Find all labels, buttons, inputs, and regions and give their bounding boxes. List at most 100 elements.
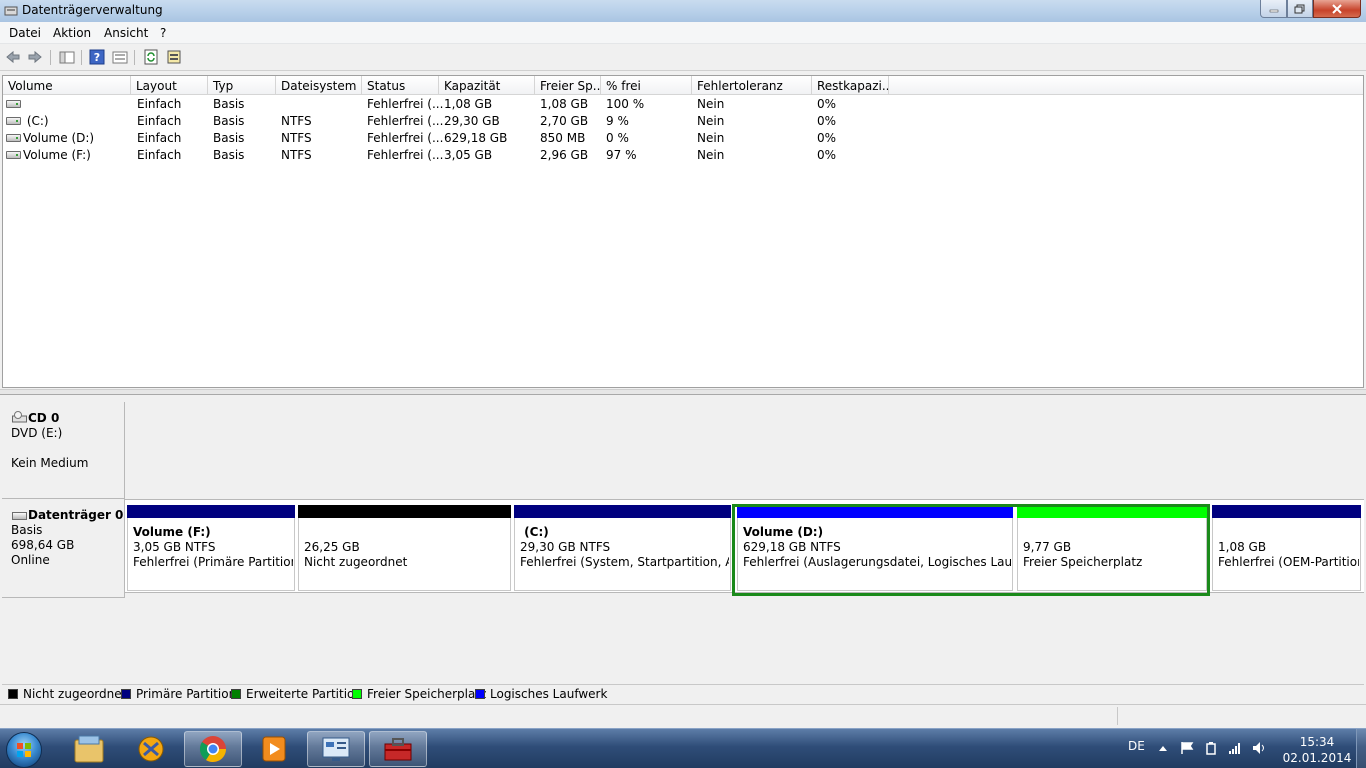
rescan-button[interactable] (164, 48, 184, 66)
show-desktop-button[interactable] (1356, 729, 1366, 768)
console-tree-button[interactable] (57, 48, 77, 66)
back-arrow-icon (6, 50, 20, 64)
cell-status: Fehlerfrei (... (367, 97, 444, 111)
clock-time: 15:34 (1299, 735, 1335, 749)
taskbar-media-player[interactable] (245, 731, 303, 767)
help-button[interactable]: ? (87, 48, 107, 66)
disk0-type: Basis (11, 523, 43, 537)
window-title: Datenträgerverwaltung (22, 3, 163, 17)
pane-splitter[interactable] (0, 389, 1366, 395)
cell-kapazitaet: 629,18 GB (444, 131, 508, 145)
menu-aktion[interactable]: Aktion (53, 26, 91, 40)
cell-kapazitaet: 1,08 GB (444, 97, 493, 111)
column-kapazitaet[interactable]: Kapazität (439, 76, 535, 95)
language-indicator[interactable]: DE (1128, 739, 1145, 753)
cell-restkapazitaet: 0% (817, 148, 837, 162)
menu-help[interactable]: ? (160, 26, 166, 40)
cell-dateisystem: NTFS (281, 114, 312, 128)
partition-volume-f[interactable]: Volume (F:) 3,05 GB NTFS Fehlerfrei (Pri… (127, 505, 295, 591)
taskbar-chrome[interactable] (184, 731, 242, 767)
windows-explorer-icon (74, 735, 104, 763)
legend-item: Erweiterte Partition (231, 687, 362, 701)
cell-typ: Basis (213, 148, 245, 162)
table-row[interactable]: Volume (F:) Einfach Basis NTFS Fehlerfre… (3, 147, 1363, 164)
cell-typ: Basis (213, 131, 245, 145)
volume-speaker-icon[interactable] (1252, 741, 1268, 755)
properties-icon (112, 51, 128, 64)
legend-item: Nicht zugeordnet (8, 687, 126, 701)
show-hidden-icons-icon[interactable] (1158, 744, 1168, 752)
column-restkapazitaet[interactable]: Restkapazi... (812, 76, 889, 95)
taskbar-explorer[interactable] (60, 731, 118, 767)
rescan-disks-icon (167, 50, 181, 64)
system-clock[interactable]: 15:34 02.01.2014 (1282, 734, 1352, 766)
partition-unallocated[interactable]: 26,25 GB Nicht zugeordnet (298, 505, 511, 591)
cell-dateisystem: NTFS (281, 131, 312, 145)
partition-size: 1,08 GB (1218, 540, 1267, 554)
cell-typ: Basis (213, 114, 245, 128)
column-fehlertoleranz[interactable]: Fehlertoleranz (692, 76, 812, 95)
toolbox-icon (384, 738, 412, 761)
column-typ[interactable]: Typ (208, 76, 276, 95)
back-button[interactable] (3, 48, 23, 66)
cell-typ: Basis (213, 97, 245, 111)
volume-list: Volume Layout Typ Dateisystem Status Kap… (2, 75, 1364, 388)
partition-oem[interactable]: 1,08 GB Fehlerfrei (OEM-Partition) (1212, 505, 1361, 591)
column-status[interactable]: Status (362, 76, 439, 95)
power-icon[interactable] (1204, 741, 1218, 755)
cell-fehlertoleranz: Nein (697, 97, 725, 111)
menu-datei[interactable]: Datei (9, 26, 41, 40)
cd0-area[interactable] (125, 402, 1364, 497)
restore-icon (1294, 4, 1305, 13)
restore-button[interactable] (1287, 0, 1313, 18)
network-icon[interactable] (1228, 741, 1242, 755)
control-panel-icon (322, 737, 350, 761)
taskbar-tools-app[interactable] (122, 731, 180, 767)
cell-restkapazitaet: 0% (817, 97, 837, 111)
disk0-status: Online (11, 553, 50, 567)
partition-status: Fehlerfrei (System, Startpartition, Akti… (520, 555, 729, 569)
partition-volume-c[interactable]: (C:) 29,30 GB NTFS Fehlerfrei (System, S… (514, 505, 731, 591)
clock-date: 02.01.2014 (1282, 751, 1352, 765)
column-volume[interactable]: Volume (3, 76, 131, 95)
close-button[interactable] (1313, 0, 1361, 18)
partition-color-bar (1212, 505, 1361, 518)
column-freier-speicher[interactable]: Freier Sp... (535, 76, 601, 95)
minimize-button[interactable] (1260, 0, 1287, 18)
cell-status: Fehlerfrei (... (367, 131, 444, 145)
cell-layout: Einfach (137, 114, 182, 128)
table-row[interactable]: (C:) Einfach Basis NTFS Fehlerfrei (... … (3, 113, 1363, 130)
properties-button[interactable] (110, 48, 130, 66)
menu-ansicht[interactable]: Ansicht (104, 26, 148, 40)
cell-freier-speicher: 2,96 GB (540, 148, 589, 162)
column-dateisystem[interactable]: Dateisystem (276, 76, 362, 95)
start-button[interactable] (6, 732, 42, 768)
partition-size: 3,05 GB NTFS (133, 540, 216, 554)
disk0-label[interactable]: Datenträger 0 Basis 698,64 GB Online (2, 499, 125, 598)
cell-fehlertoleranz: Nein (697, 148, 725, 162)
cell-status: Fehlerfrei (... (367, 148, 444, 162)
title-bar: Datenträgerverwaltung (0, 0, 1366, 22)
windows-logo-icon (17, 743, 31, 757)
legend-item: Freier Speicherplatz (352, 687, 486, 701)
minimize-icon (1269, 9, 1278, 12)
disk-graphic-pane: CD 0 DVD (E:) Kein Medium Datenträger 0 … (2, 398, 1364, 683)
refresh-button[interactable] (141, 48, 161, 66)
legend: Nicht zugeordnet Primäre Partition Erwei… (2, 684, 1364, 702)
column-prozent-frei[interactable]: % frei (601, 76, 692, 95)
cell-fehlertoleranz: Nein (697, 114, 725, 128)
cd0-label[interactable]: CD 0 DVD (E:) Kein Medium (2, 402, 125, 499)
column-layout[interactable]: Layout (131, 76, 208, 95)
legend-swatch (8, 689, 18, 699)
action-center-flag-icon[interactable] (1180, 741, 1194, 755)
taskbar-control-panel[interactable] (307, 731, 365, 767)
disk0-size: 698,64 GB (11, 538, 75, 552)
refresh-icon (144, 49, 158, 65)
status-bar (0, 704, 1366, 728)
table-row[interactable]: Einfach Basis Fehlerfrei (... 1,08 GB 1,… (3, 96, 1363, 113)
table-row[interactable]: Volume (D:) Einfach Basis NTFS Fehlerfre… (3, 130, 1363, 147)
forward-button[interactable] (25, 48, 45, 66)
taskbar-toolbox[interactable] (369, 731, 427, 767)
disk-management-icon (4, 6, 18, 16)
cell-freier-speicher: 2,70 GB (540, 114, 589, 128)
